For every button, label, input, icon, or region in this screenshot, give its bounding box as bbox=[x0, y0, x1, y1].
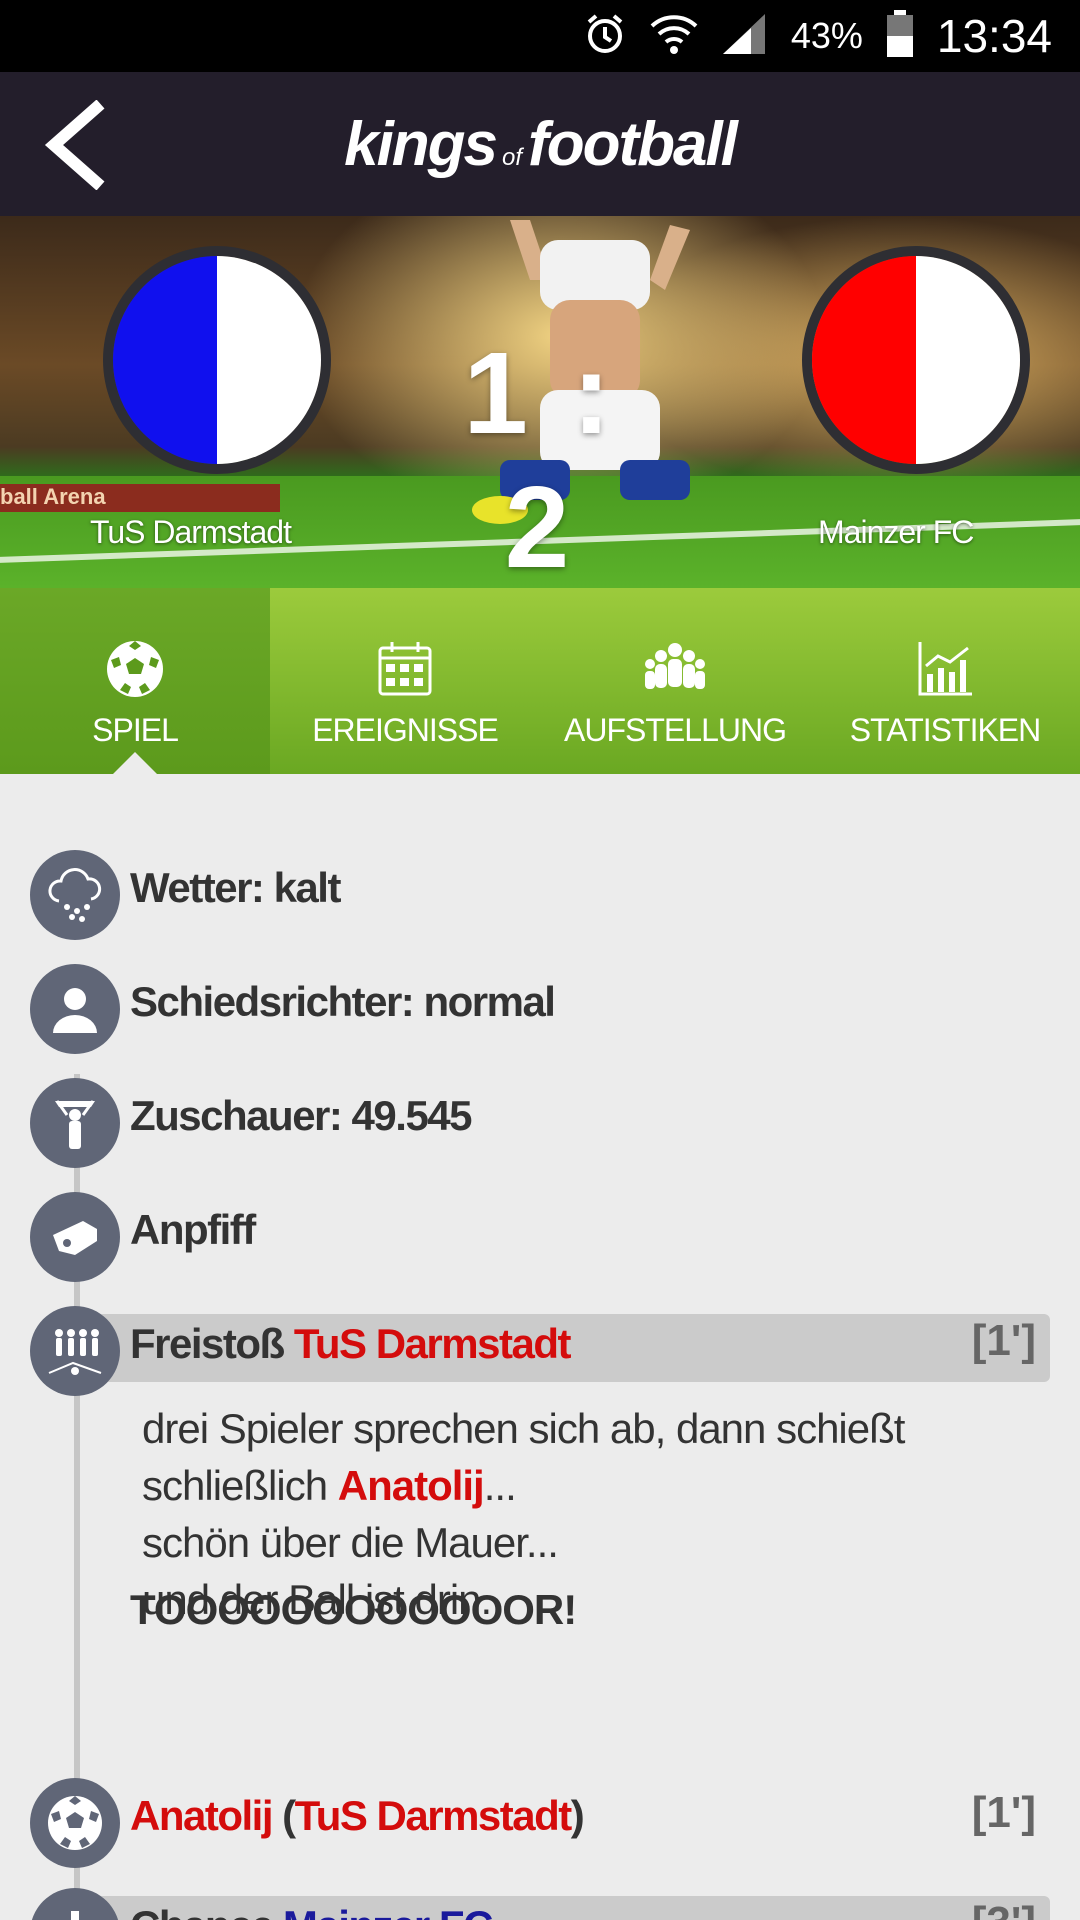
battery-percent: 43% bbox=[790, 15, 863, 56]
event-team: TuS Darmstadt bbox=[293, 1320, 572, 1367]
logo-of: of bbox=[502, 143, 523, 171]
battery-icon bbox=[885, 9, 915, 63]
goal-scorer-text: Anatolij (TuS Darmstadt) bbox=[130, 1792, 585, 1839]
soccer-ball-icon bbox=[107, 641, 163, 697]
player-name: Anatolij bbox=[337, 1462, 485, 1509]
kickoff-text: Anpfiff bbox=[130, 1206, 256, 1253]
tab-aufstellung[interactable]: AUFSTELLUNG bbox=[540, 588, 810, 774]
tab-bar: SPIEL EREIGNISSE AUFSTELLUNG STATISTIKEN bbox=[0, 588, 1080, 774]
weather-snow-icon bbox=[30, 850, 120, 940]
app-logo: kings offootball bbox=[344, 109, 738, 180]
back-arrow-icon bbox=[44, 99, 105, 191]
desc-line: schließlich Anatolij... bbox=[142, 1462, 517, 1509]
team-icon bbox=[645, 643, 705, 689]
event-minute: [1'] bbox=[971, 1316, 1036, 1365]
active-tab-indicator bbox=[113, 752, 157, 774]
home-team-name: TuS Darmstadt bbox=[90, 514, 292, 550]
goal-text: TOOOOOOOOOOOOR! bbox=[130, 1586, 577, 1633]
event-minute: [3'] bbox=[972, 1898, 1036, 1920]
tab-label: AUFSTELLUNG bbox=[564, 712, 787, 748]
stadium-board: ball Arena bbox=[0, 484, 280, 512]
match-hero: ball Arena 1 : 2 TuS Darmstadt Mainzer F… bbox=[0, 216, 1080, 588]
scorer-team: TuS Darmstadt bbox=[294, 1792, 573, 1839]
logo-kings: kings bbox=[344, 109, 498, 179]
wifi-icon bbox=[649, 12, 699, 61]
event-title: Chance Mainzer FC bbox=[130, 1902, 494, 1920]
referee-text: Schiedsrichter: normal bbox=[130, 978, 556, 1025]
match-feed: Wetter: kalt Schiedsrichter: normal Zusc… bbox=[0, 774, 1080, 1920]
referee-icon bbox=[30, 964, 120, 1054]
status-bar: 43% 13:34 bbox=[0, 0, 1080, 72]
event-team: Mainzer FC bbox=[283, 1902, 494, 1920]
weather-text: Wetter: kalt bbox=[130, 864, 341, 911]
whistle-icon bbox=[30, 1192, 120, 1282]
soccer-ball-icon bbox=[30, 1778, 120, 1868]
alarm-icon bbox=[583, 12, 627, 61]
scorer-name: Anatolij bbox=[130, 1792, 274, 1839]
spectators-text: Zuschauer: 49.545 bbox=[130, 1092, 473, 1139]
desc-line: schön über die Mauer... bbox=[142, 1519, 559, 1566]
tab-statistiken[interactable]: STATISTIKEN bbox=[810, 588, 1080, 774]
away-team-name: Mainzer FC bbox=[818, 514, 974, 550]
calendar-icon bbox=[378, 642, 432, 696]
home-team-crest bbox=[103, 246, 331, 474]
chance-icon bbox=[30, 1888, 120, 1920]
match-score: 1 : 2 bbox=[463, 328, 617, 588]
spectator-icon bbox=[30, 1078, 120, 1168]
free-kick-wall-icon bbox=[30, 1306, 120, 1396]
app-header: kings offootball bbox=[0, 72, 1080, 216]
back-button[interactable] bbox=[38, 99, 128, 191]
tab-label: STATISTIKEN bbox=[849, 712, 1041, 748]
away-team-crest bbox=[802, 246, 1030, 474]
clock: 13:34 bbox=[936, 10, 1052, 62]
chart-icon bbox=[918, 642, 972, 696]
tab-label: EREIGNISSE bbox=[312, 712, 499, 748]
signal-icon bbox=[721, 12, 769, 61]
desc-line: drei Spieler sprechen sich ab, dann schi… bbox=[142, 1405, 905, 1452]
tab-spiel[interactable]: SPIEL bbox=[0, 588, 270, 774]
event-title: Freistoß TuS Darmstadt bbox=[130, 1320, 572, 1367]
event-minute: [1'] bbox=[971, 1788, 1036, 1837]
tab-ereignisse[interactable]: EREIGNISSE bbox=[270, 588, 540, 774]
logo-football: football bbox=[528, 109, 738, 179]
tab-label: SPIEL bbox=[92, 712, 179, 748]
